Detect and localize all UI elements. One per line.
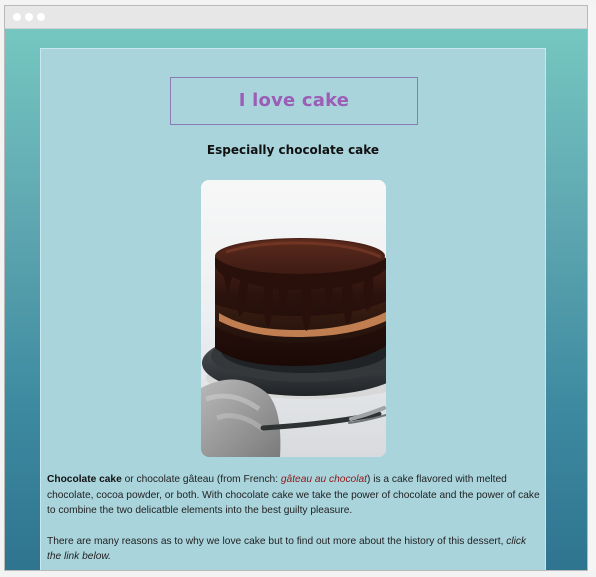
article-body: Chocolate cake or chocolate gâteau (from… bbox=[47, 472, 541, 565]
chocolate-cake-term: Chocolate cake bbox=[47, 474, 122, 485]
paragraph-text: There are many reasons as to why we love… bbox=[47, 535, 507, 547]
window-titlebar bbox=[5, 6, 587, 29]
paragraph-text: or chocolate gâteau (from French: bbox=[121, 474, 281, 485]
french-term-link[interactable]: gâteau au chocolat bbox=[281, 474, 367, 485]
cake-photo-illustration bbox=[201, 180, 386, 457]
chocolate-cake-image bbox=[201, 180, 386, 457]
browser-window: I love cake Especially chocolate cake Ch… bbox=[4, 5, 588, 571]
headline-box: I love cake bbox=[170, 77, 418, 125]
content-card: I love cake Especially chocolate cake Ch… bbox=[40, 48, 546, 570]
page-edge bbox=[588, 5, 596, 571]
window-dot bbox=[13, 13, 21, 21]
window-dot bbox=[37, 13, 45, 21]
page-viewport: I love cake Especially chocolate cake Ch… bbox=[5, 29, 587, 570]
article-paragraph-two: There are many reasons as to why we love… bbox=[47, 534, 541, 565]
page-title: I love cake bbox=[238, 90, 350, 111]
window-dot bbox=[25, 13, 33, 21]
article-paragraph-one: Chocolate cake or chocolate gâteau (from… bbox=[47, 472, 541, 519]
page-subtitle: Especially chocolate cake bbox=[206, 143, 380, 157]
